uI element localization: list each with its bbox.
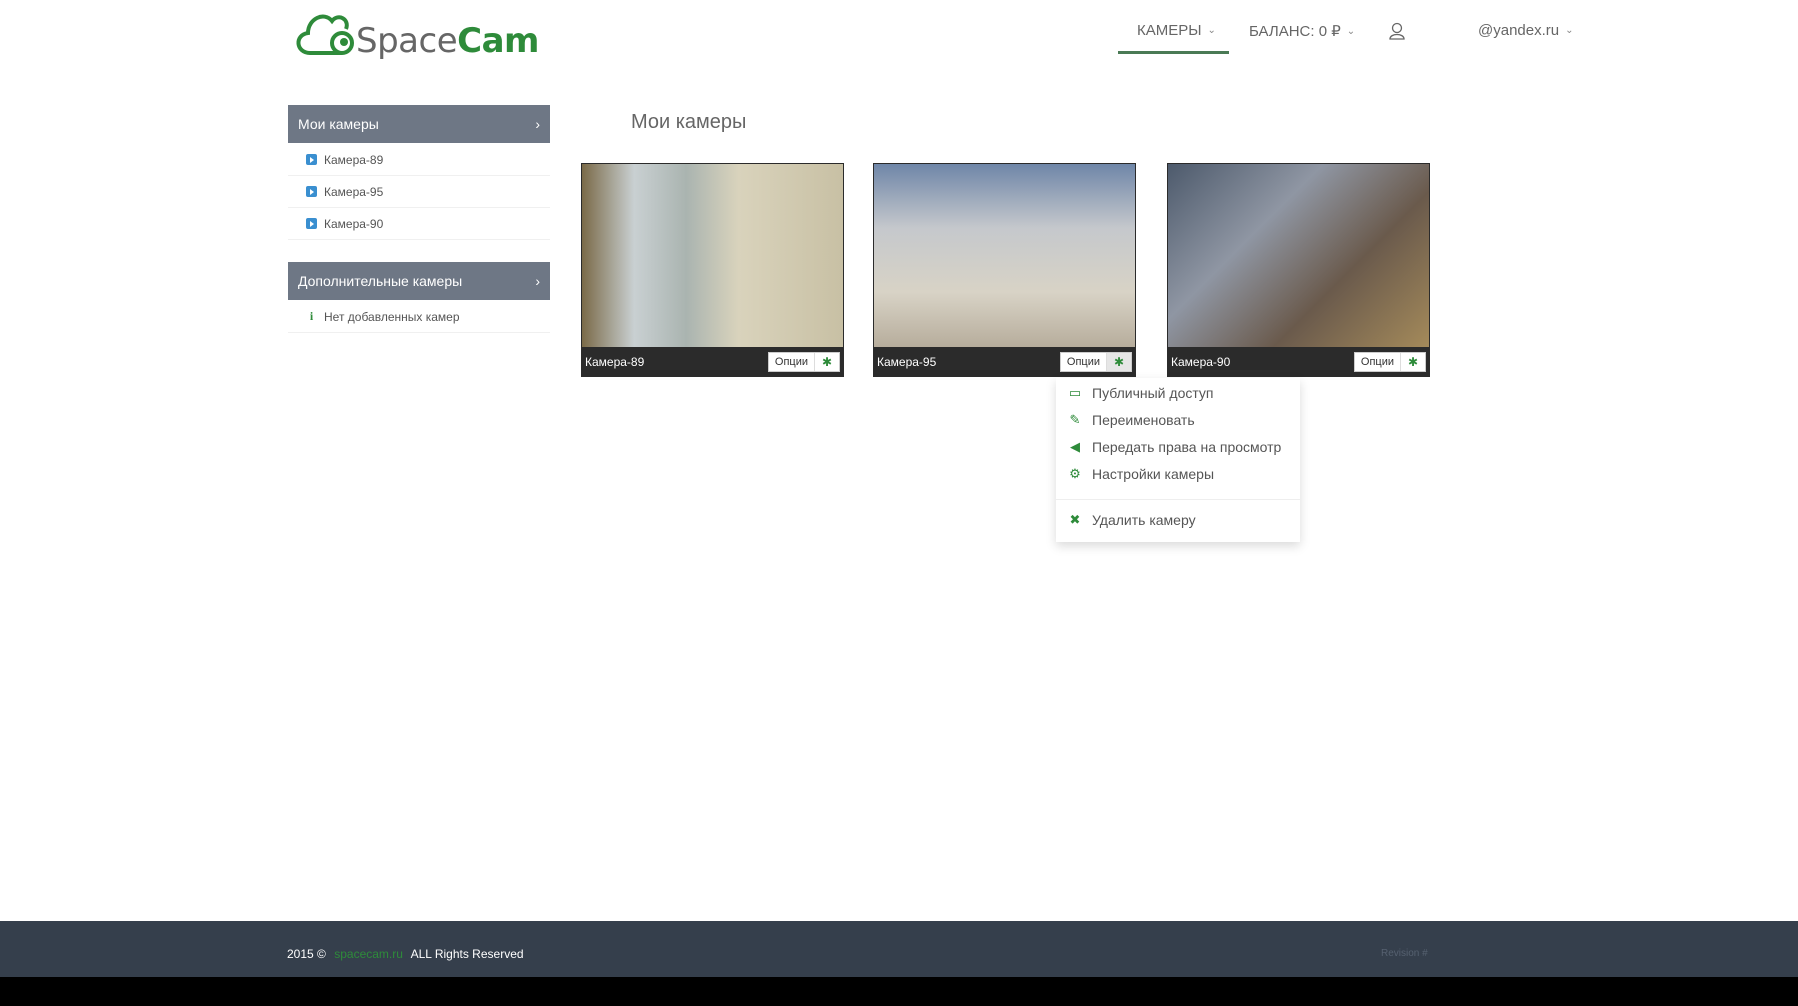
camera-options-menu: ▭ Публичный доступ ✎ Переименовать ◀ Переда… (1056, 378, 1300, 542)
camera-card: Камера-95 Опции ✱ (873, 163, 1136, 377)
camera-preview[interactable] (1168, 164, 1429, 347)
gear-icon[interactable]: ✱ (815, 353, 839, 371)
info-icon: i (309, 309, 314, 323)
sidebar-header-label: Мои камеры (298, 116, 379, 132)
user-icon[interactable] (1389, 22, 1405, 45)
chevron-right-icon: › (535, 273, 540, 289)
footer-site-link[interactable]: spacecam.ru (334, 947, 403, 961)
menu-item-label: Удалить камеру (1092, 512, 1196, 528)
nav-balance-label: БАЛАНС: 0 ₽ (1249, 23, 1341, 40)
chevron-right-icon: › (535, 116, 540, 132)
logo-text-bold: Cam (457, 21, 539, 61)
logo-text-light: Space (356, 21, 458, 61)
play-icon (306, 186, 317, 197)
footer-copyright: 2015 © spacecam.ru ALL Rights Reserved (287, 947, 524, 961)
sidebar-empty-label: Нет добавленных камер (324, 309, 460, 324)
sidebar-item-label: Камера-90 (324, 216, 384, 231)
play-icon (306, 154, 317, 165)
monitor-icon: ▭ (1068, 385, 1082, 400)
cloud-eye-icon (296, 14, 354, 55)
camera-preview[interactable] (582, 164, 843, 347)
remove-icon: ✖ (1069, 512, 1081, 527)
page-title: Мои камеры (631, 111, 747, 133)
nav-cameras-label: КАМЕРЫ (1137, 22, 1202, 39)
menu-item-public-access[interactable]: ▭ Публичный доступ (1068, 385, 1214, 401)
options-button[interactable]: Опции (1061, 353, 1107, 371)
camera-card: Камера-89 Опции ✱ (581, 163, 844, 377)
sidebar-header-label: Дополнительные камеры (298, 273, 463, 289)
menu-item-delete-camera[interactable]: ✖ Удалить камеру (1068, 512, 1196, 528)
camera-preview[interactable] (874, 164, 1135, 347)
nav-user-label: @yandex.ru (1478, 22, 1560, 39)
sidebar-item-label: Камера-95 (324, 184, 384, 199)
nav-user-menu[interactable]: @yandex.ru ⌄ (1478, 22, 1574, 39)
sidebar-item-camera-89[interactable]: Камера-89 (288, 144, 550, 176)
sidebar-header-my-cameras[interactable]: Мои камеры › (288, 105, 550, 143)
menu-item-label: Настройки камеры (1092, 466, 1215, 482)
menu-item-label: Передать права на просмотр (1092, 439, 1282, 455)
camera-name: Камера-89 (585, 355, 645, 369)
sidebar-header-extra-cameras[interactable]: Дополнительные камеры › (288, 262, 550, 300)
footer-rights: ALL Rights Reserved (410, 947, 524, 961)
footer-bottom-bar (0, 977, 1798, 1006)
options-button[interactable]: Опции (1355, 353, 1401, 371)
chevron-down-icon: ⌄ (1207, 25, 1216, 36)
footer-revision: Revision # (1381, 948, 1428, 959)
menu-item-share-view[interactable]: ◀ Передать права на просмотр (1068, 439, 1281, 455)
menu-item-label: Переименовать (1092, 412, 1195, 428)
menu-item-rename[interactable]: ✎ Переименовать (1068, 412, 1195, 428)
menu-divider (1056, 499, 1300, 500)
sidebar-empty-note: i Нет добавленных камер (288, 301, 550, 333)
camera-name: Камера-95 (877, 355, 937, 369)
sidebar-item-label: Камера-89 (324, 152, 384, 167)
menu-item-camera-settings[interactable]: ⚙ Настройки камеры (1068, 466, 1214, 482)
play-icon (306, 218, 317, 229)
edit-icon: ✎ (1069, 412, 1081, 427)
bullhorn-icon: ◀ (1070, 439, 1080, 454)
sidebar-item-camera-90[interactable]: Камера-90 (288, 208, 550, 240)
chevron-down-icon: ⌄ (1346, 25, 1356, 37)
footer-year: 2015 © (287, 947, 326, 961)
nav-balance[interactable]: БАЛАНС: 0 ₽ ⌄ (1249, 22, 1355, 40)
gear-icon[interactable]: ✱ (1107, 353, 1131, 371)
footer (0, 921, 1798, 977)
sidebar-item-camera-95[interactable]: Камера-95 (288, 176, 550, 208)
options-button[interactable]: Опции (769, 353, 815, 371)
spacecam-logo[interactable]: SpaceCam (290, 5, 539, 63)
menu-item-label: Публичный доступ (1092, 385, 1214, 401)
camera-card: Камера-90 Опции ✱ (1167, 163, 1430, 377)
nav-cameras[interactable]: КАМЕРЫ ⌄ (1137, 22, 1216, 39)
camera-name: Камера-90 (1171, 355, 1231, 369)
cogs-icon: ⚙ (1069, 466, 1081, 481)
gear-icon[interactable]: ✱ (1401, 353, 1425, 371)
chevron-down-icon: ⌄ (1565, 25, 1574, 36)
nav-active-indicator (1118, 51, 1229, 54)
